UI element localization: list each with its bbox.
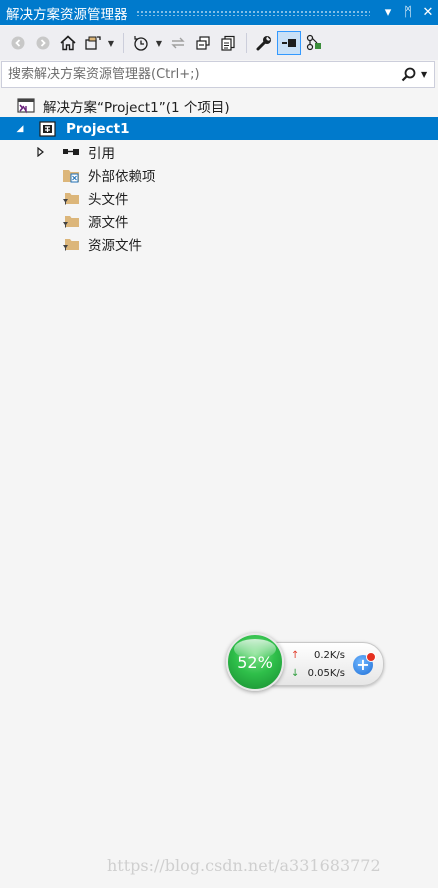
external-dependencies-icon <box>62 167 80 183</box>
project-label: Project1 <box>66 120 130 137</box>
usage-percent: 52% <box>237 652 273 672</box>
tree-item-solution[interactable]: 解决方案“Project1”(1 个项目) <box>0 94 438 117</box>
history-icon <box>134 36 148 51</box>
preview-icon <box>282 39 296 47</box>
class-diagram-icon <box>306 34 321 51</box>
class-view-button[interactable] <box>302 31 326 55</box>
switch-views-dropdown[interactable]: ▼ <box>106 31 116 55</box>
collapse-all-icon <box>196 36 210 50</box>
filter-folder-icon <box>62 236 80 252</box>
drag-grip[interactable] <box>135 9 370 16</box>
window-position-dropdown-button[interactable]: ▾ <box>378 5 398 20</box>
upload-speed: 0.2K/s <box>313 650 345 661</box>
toolbar: ▼ ▼ <box>0 26 438 60</box>
usage-ball[interactable]: 52% <box>226 633 284 691</box>
pending-changes-filter-button[interactable] <box>129 31 153 55</box>
back-icon <box>11 36 25 50</box>
filter-folder-icon <box>62 213 80 229</box>
watermark: https://blog.csdn.net/a331683772 <box>107 856 381 875</box>
solution-tree: 解决方案“Project1”(1 个项目) ◢ Project1 引用 外部依赖… <box>0 94 438 255</box>
filter-dropdown[interactable]: ▼ <box>154 31 164 55</box>
switch-views-icon <box>85 36 101 50</box>
sync-icon <box>171 37 185 49</box>
notification-dot <box>366 652 376 662</box>
solution-label: 解决方案“Project1”(1 个项目) <box>43 99 230 116</box>
filter-folder-icon <box>62 190 80 206</box>
toolbar-separator <box>246 33 247 53</box>
close-button[interactable]: ✕ <box>418 5 438 20</box>
search-options-dropdown[interactable]: ▼ <box>421 70 427 79</box>
search-controls: ▼ <box>400 66 434 84</box>
network-speed-widget[interactable]: 52% ↑ 0.2K/s ↓ 0.05K/s + <box>226 633 384 693</box>
sync-button[interactable] <box>166 31 190 55</box>
references-icon <box>62 144 80 160</box>
chevron-down-icon: ▼ <box>155 38 163 48</box>
header-files-label: 头文件 <box>88 191 129 208</box>
forward-button[interactable] <box>31 31 55 55</box>
window-title: 解决方案资源管理器 <box>6 6 128 23</box>
home-icon <box>60 35 76 51</box>
title-bar: 解决方案资源管理器 ▾ ᛗ ✕ <box>0 0 438 25</box>
tree-item-references[interactable]: 引用 <box>0 140 438 163</box>
solution-icon <box>17 97 35 114</box>
forward-icon <box>36 36 50 50</box>
back-button[interactable] <box>6 31 30 55</box>
wrench-icon <box>256 36 271 51</box>
tree-item-resource-files[interactable]: 资源文件 <box>0 232 438 255</box>
home-button[interactable] <box>56 31 80 55</box>
show-all-files-icon <box>221 35 235 51</box>
download-speed: 0.05K/s <box>307 668 345 679</box>
tree-item-external-dependencies[interactable]: 外部依赖项 <box>0 163 438 186</box>
search-input[interactable] <box>2 62 400 87</box>
cpp-project-icon <box>39 120 57 137</box>
collapse-all-button[interactable] <box>191 31 215 55</box>
tree-item-source-files[interactable]: 源文件 <box>0 209 438 232</box>
show-all-files-button[interactable] <box>216 31 240 55</box>
tree-item-project[interactable]: ◢ Project1 <box>0 117 438 140</box>
expand-arrow-icon[interactable] <box>36 146 46 157</box>
search-box[interactable]: ▼ <box>1 61 435 88</box>
collapse-arrow-icon[interactable]: ◢ <box>15 124 25 134</box>
source-files-label: 源文件 <box>88 214 129 231</box>
search-icon[interactable] <box>400 66 418 84</box>
external-dependencies-label: 外部依赖项 <box>88 168 156 185</box>
properties-button[interactable] <box>252 31 276 55</box>
references-label: 引用 <box>88 145 115 162</box>
chevron-down-icon: ▼ <box>107 38 115 48</box>
pin-button[interactable]: ᛗ <box>398 5 418 20</box>
preview-selected-button[interactable] <box>277 31 301 55</box>
tree-item-header-files[interactable]: 头文件 <box>0 186 438 209</box>
toolbar-separator <box>123 33 124 53</box>
switch-views-button[interactable] <box>81 31 105 55</box>
resource-files-label: 资源文件 <box>88 237 142 254</box>
